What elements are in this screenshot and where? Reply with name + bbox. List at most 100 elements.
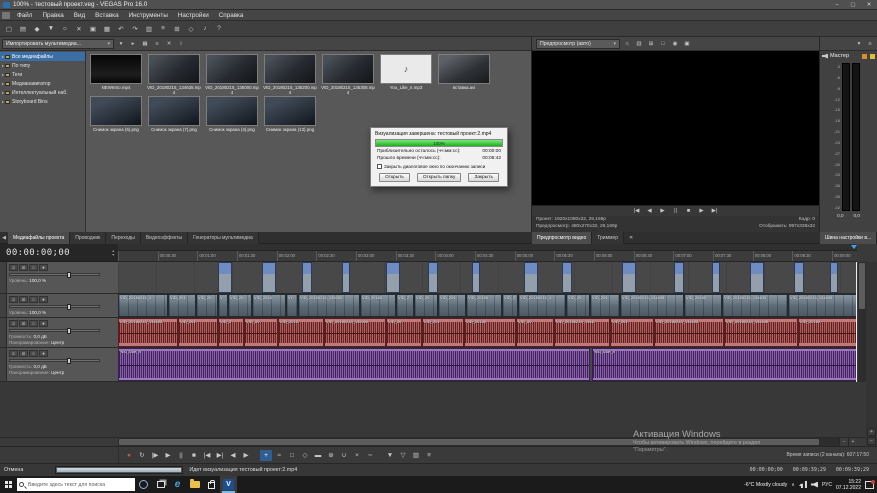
media-views-icon[interactable]: ▾ xyxy=(116,39,126,48)
track-level-slider[interactable] xyxy=(9,272,100,278)
media-tree-item[interactable]: Теги xyxy=(0,70,85,79)
normal-edit-tool[interactable]: + xyxy=(260,449,272,461)
menu-item[interactable]: Справка xyxy=(214,10,249,20)
open-project-icon[interactable]: ▤ xyxy=(17,23,29,34)
stop-button[interactable]: ■ xyxy=(188,450,200,461)
timeline-clip[interactable]: You_Like_It xyxy=(592,348,857,381)
timeline-clip[interactable]: VI xyxy=(286,294,298,317)
go-to-end-button[interactable]: ▶| xyxy=(214,450,226,461)
track-level-slider[interactable] xyxy=(9,328,100,334)
mixer-console-icon[interactable]: ≡ xyxy=(157,23,169,34)
menu-item[interactable]: Инструменты xyxy=(124,10,173,20)
undo-icon[interactable]: ↶ xyxy=(115,23,127,34)
timeline-clip[interactable]: VID_20180215_134635 xyxy=(722,294,788,317)
timeline-clip[interactable] xyxy=(342,262,350,293)
preview-play-button[interactable]: ▶ xyxy=(658,207,668,216)
track-level-slider[interactable] xyxy=(9,358,100,364)
timeline-clip[interactable]: VID_20180 xyxy=(798,318,857,347)
track-mute-button[interactable] xyxy=(19,264,28,271)
timeline-clip[interactable]: VID_20180215_134635 xyxy=(620,294,684,317)
media-item[interactable]: You_Like_It.mp3 xyxy=(377,54,435,94)
preview-go-start-button[interactable]: |◀ xyxy=(632,207,642,216)
preview-go-end-button[interactable]: ▶| xyxy=(710,207,720,216)
timeline-clip[interactable]: VID_20 xyxy=(244,318,278,347)
next-frame-button[interactable]: ▶ xyxy=(240,450,252,461)
track-fx-icon[interactable] xyxy=(9,350,18,357)
new-project-icon[interactable]: ▢ xyxy=(3,23,15,34)
meter-options-icon[interactable]: ▾ xyxy=(854,39,864,48)
timeline-clip[interactable]: VID_20180215_1 xyxy=(518,294,566,317)
menu-item[interactable]: Файл xyxy=(12,10,37,20)
menu-item[interactable]: Правка xyxy=(37,10,68,20)
bus-pane-tab[interactable]: Шина настройки в... xyxy=(820,232,877,244)
close-button[interactable] xyxy=(861,0,877,9)
video-track-2[interactable]: VID_20180215_1 VID_201 VID_20 V VID_20 V… xyxy=(118,294,857,318)
go-to-start-button[interactable]: |◀ xyxy=(201,450,213,461)
mixer-icon[interactable]: ▥ xyxy=(410,450,422,461)
timeline-clip[interactable]: VID_20180 xyxy=(684,294,722,317)
timeline-clip[interactable]: VID_201 xyxy=(178,318,218,347)
start-button[interactable] xyxy=(0,476,17,493)
track-fx-icon[interactable] xyxy=(9,320,18,327)
track-zoom-out-button[interactable]: − xyxy=(867,437,876,445)
grid-overlay-icon[interactable]: ⊞ xyxy=(646,39,656,48)
store-taskbar-button[interactable] xyxy=(203,476,220,493)
paint-tool[interactable]: ◇ xyxy=(299,450,311,461)
pause-button[interactable]: || xyxy=(175,450,187,461)
timeline-clip[interactable]: VID_20180215_1346 xyxy=(554,318,610,347)
timeline-clip[interactable] xyxy=(830,262,838,293)
play-from-start-button[interactable]: |▶ xyxy=(149,450,161,461)
media-item[interactable]: VID_20180215_135000.mp4 xyxy=(203,54,261,94)
timeline-clip[interactable] xyxy=(750,262,764,293)
timeline-clip[interactable] xyxy=(472,262,480,293)
task-view-button[interactable] xyxy=(152,476,169,493)
timeline-clip[interactable]: VID_20180 xyxy=(360,294,396,317)
scrollbar-thumb[interactable] xyxy=(859,263,865,309)
timeline-clip[interactable] xyxy=(562,262,572,293)
track-arm-button[interactable] xyxy=(39,264,48,271)
video-track-1[interactable] xyxy=(118,262,857,294)
media-item[interactable]: VID_20180215_135308.mp4 xyxy=(319,54,377,94)
media-pane-tab[interactable]: Генераторы мультимедиа xyxy=(188,232,259,244)
copy-icon[interactable]: ▣ xyxy=(87,23,99,34)
timecode-display[interactable]: 00:00:00;00 ▲ ▼ xyxy=(0,244,118,262)
timeline-clip[interactable]: VID_20180215_134635 xyxy=(118,318,178,347)
timeline-clip[interactable] xyxy=(302,262,312,293)
minimize-button[interactable] xyxy=(829,0,845,9)
volume-icon[interactable] xyxy=(810,481,818,488)
media-pane-tab[interactable]: Медиафайлы проекта xyxy=(8,232,71,244)
bus-fx-icon[interactable] xyxy=(862,53,867,59)
track-grip[interactable] xyxy=(0,262,7,293)
timeline-clip[interactable]: VID_201 xyxy=(610,318,654,347)
media-item[interactable]: вставка.avi xyxy=(435,54,493,94)
split-screen-icon[interactable]: ▥ xyxy=(634,39,644,48)
edge-taskbar-button[interactable]: e xyxy=(169,476,186,493)
redo-icon[interactable]: ↷ xyxy=(129,23,141,34)
timeline-clip[interactable]: VID_20 xyxy=(516,318,554,347)
track-solo-button[interactable] xyxy=(29,264,38,271)
timeline-clip[interactable] xyxy=(218,262,232,293)
timeline-clip[interactable]: VID_201 xyxy=(438,294,466,317)
track-zoom-in-button[interactable]: + xyxy=(867,428,876,436)
audio-icon[interactable]: ♪ xyxy=(199,23,211,34)
timeline-clip[interactable]: VID_20 xyxy=(414,294,438,317)
timeline-clip[interactable]: VID_20180215_135000 xyxy=(324,318,386,347)
track-solo-button[interactable] xyxy=(29,350,38,357)
media-tree-item[interactable]: Storyboard Bins xyxy=(0,97,85,106)
auto-crossfade-toggle[interactable]: × xyxy=(351,450,363,461)
render-as-icon[interactable]: ▼ xyxy=(45,23,57,34)
plugin-manager-icon[interactable]: ⊞ xyxy=(171,23,183,34)
meter-menu-icon[interactable]: ≡ xyxy=(865,39,875,48)
time-ruler[interactable]: 00:00:30 00:01:00 00:01:30 00:02:00 00:0… xyxy=(118,251,857,262)
timeline-clip[interactable] xyxy=(262,262,276,293)
media-tree-item[interactable]: Медианавигатор xyxy=(0,79,85,88)
dock-arrow-icon[interactable]: ◀ xyxy=(0,232,8,244)
track-header[interactable]: Уровень: 100,0 % xyxy=(0,262,118,294)
timeline-clip[interactable]: VID_2 xyxy=(396,294,414,317)
help-icon[interactable]: ? xyxy=(213,23,225,34)
timeline-clip[interactable] xyxy=(622,262,636,293)
timeline-clip[interactable]: VID_20180 xyxy=(464,318,516,347)
explorer-taskbar-button[interactable] xyxy=(186,476,203,493)
track-solo-button[interactable] xyxy=(29,320,38,327)
detail-view-icon[interactable]: ≡ xyxy=(152,39,162,48)
